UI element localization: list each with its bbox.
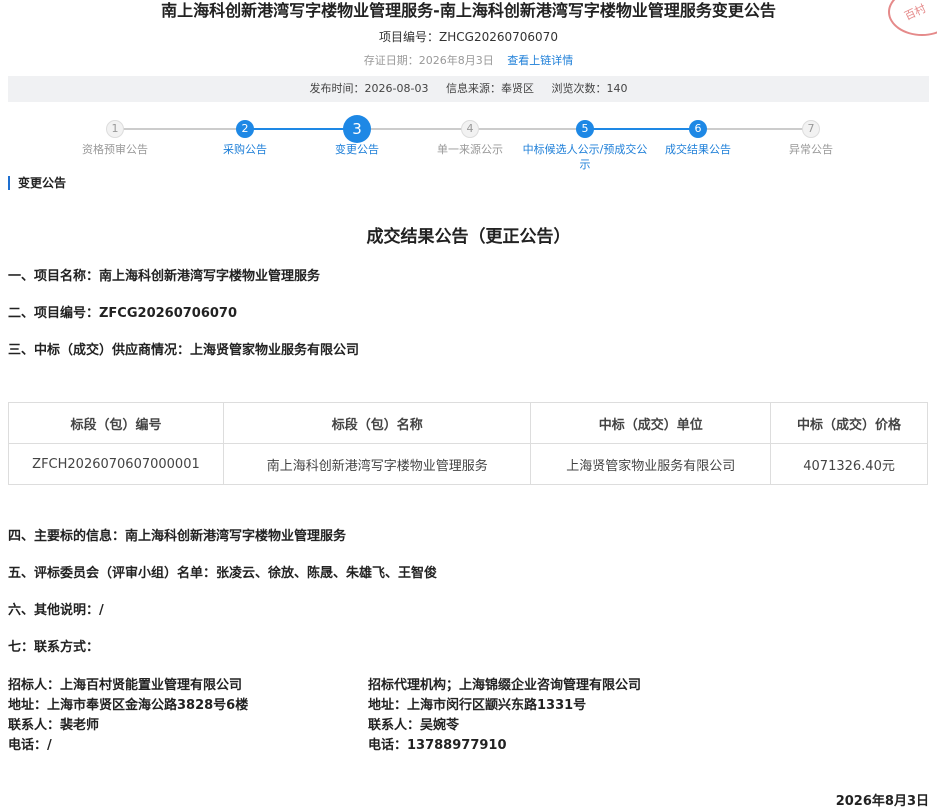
main-subject-line: 四、主要标的信息：南上海科创新港湾写字楼物业管理服务 xyxy=(8,529,347,544)
page-title: 南上海科创新港湾写字楼物业管理服务-南上海科创新港湾写字楼物业管理服务变更公告 xyxy=(161,1,776,20)
step-procurement[interactable]: 2 采购公告 xyxy=(180,112,310,157)
agency-phone: 电话：13788977910 xyxy=(368,738,507,753)
agency: 招标代理机构；上海锦缀企业咨询管理有限公司 xyxy=(368,678,642,693)
cell-winner: 上海贤管家物业服务有限公司 xyxy=(530,443,772,485)
step-candidate-notice[interactable]: 5 中标候选人公示/预成交公示 xyxy=(520,112,650,172)
project-number: 项目编号：ZHCG20260706070 xyxy=(379,30,558,44)
cert-date: 存证日期：2026年8月3日 xyxy=(363,54,494,67)
header-lot-number: 标段（包）编号 xyxy=(8,402,224,444)
project-name-line: 一、项目名称：南上海科创新港湾写字楼物业管理服务 xyxy=(8,269,321,284)
step-single-source[interactable]: 4 单一来源公示 xyxy=(405,112,535,157)
step-label: 变更公告 xyxy=(335,143,379,156)
tenderer-phone: 电话：/ xyxy=(8,738,52,753)
table-header-row: 标段（包）编号 标段（包）名称 中标（成交）单位 中标（成交）价格 xyxy=(8,402,928,444)
cell-lot-number: ZFCH2026070607000001 xyxy=(8,443,224,485)
publish-time: 发布时间：2026-08-03 xyxy=(309,82,429,95)
step-number: 1 xyxy=(106,120,124,138)
step-label: 中标候选人公示/预成交公示 xyxy=(522,143,648,171)
step-label: 单一来源公示 xyxy=(437,143,503,156)
step-number: 5 xyxy=(576,120,594,138)
project-number-line: 二、项目编号：ZFCG20260706070 xyxy=(8,306,238,321)
tenderer-contact: 联系人：裴老师 xyxy=(8,718,100,733)
header-winner: 中标（成交）单位 xyxy=(530,402,772,444)
winning-supplier-line: 三、中标（成交）供应商情况：上海贤管家物业服务有限公司 xyxy=(8,343,360,358)
step-label: 资格预审公告 xyxy=(82,143,148,156)
notice-title: 成交结果公告（更正公告） xyxy=(366,227,571,247)
step-number: 7 xyxy=(802,120,820,138)
cell-price: 4071326.40元 xyxy=(770,443,928,485)
section-title: 变更公告 xyxy=(8,176,66,190)
committee-line: 五、评标委员会（评审小组）名单：张凌云、徐放、陈晟、朱雄飞、王智俊 xyxy=(8,566,438,581)
tenderer: 招标人：上海百村贤能置业管理有限公司 xyxy=(8,678,243,693)
contact-left: 招标人：上海百村贤能置业管理有限公司 地址：上海市奉贤区金海公路3828号6楼 … xyxy=(8,676,248,756)
step-label: 采购公告 xyxy=(223,143,267,156)
step-number: 4 xyxy=(461,120,479,138)
view-chain-details-link[interactable]: 查看上链详情 xyxy=(507,54,573,67)
info-bar: 发布时间：2026-08-03 信息来源：奉贤区 浏览次数：140 xyxy=(8,76,929,102)
contact-heading: 七：联系方式： xyxy=(8,640,100,655)
cert-line: 存证日期：2026年8月3日 查看上链详情 xyxy=(0,54,937,68)
step-number: 2 xyxy=(236,120,254,138)
view-count: 浏览次数：140 xyxy=(551,82,628,95)
step-change-notice[interactable]: 3 变更公告 xyxy=(292,112,422,157)
step-label: 异常公告 xyxy=(789,143,833,156)
step-prequalification[interactable]: 1 资格预审公告 xyxy=(50,112,180,157)
step-label: 成交结果公告 xyxy=(665,143,731,156)
step-abnormal-notice[interactable]: 7 异常公告 xyxy=(746,112,876,157)
other-notes-line: 六、其他说明：/ xyxy=(8,603,104,618)
step-result-notice[interactable]: 6 成交结果公告 xyxy=(633,112,763,157)
tenderer-address: 地址：上海市奉贤区金海公路3828号6楼 xyxy=(8,698,249,713)
progress-steps: 1 资格预审公告 2 采购公告 3 变更公告 4 单一来源公示 5 中标候选人公… xyxy=(0,112,937,178)
table-row: ZFCH2026070607000001 南上海科创新港湾写字楼物业管理服务 上… xyxy=(8,443,928,485)
cell-lot-name: 南上海科创新港湾写字楼物业管理服务 xyxy=(222,443,532,485)
header-lot-name: 标段（包）名称 xyxy=(222,402,532,444)
result-table: 标段（包）编号 标段（包）名称 中标（成交）单位 中标（成交）价格 ZFCH20… xyxy=(8,402,928,485)
agency-contact: 联系人：吴婉苓 xyxy=(368,718,460,733)
notice-date: 2026年8月3日 xyxy=(835,794,929,809)
contact-right: 招标代理机构；上海锦缀企业咨询管理有限公司 地址：上海市闵行区颛兴东路1331号… xyxy=(368,676,641,756)
header-price: 中标（成交）价格 xyxy=(770,402,928,444)
step-number: 6 xyxy=(689,120,707,138)
agency-address: 地址：上海市闵行区颛兴东路1331号 xyxy=(368,698,587,713)
info-source: 信息来源：奉贤区 xyxy=(445,82,534,95)
step-number: 3 xyxy=(343,115,371,143)
